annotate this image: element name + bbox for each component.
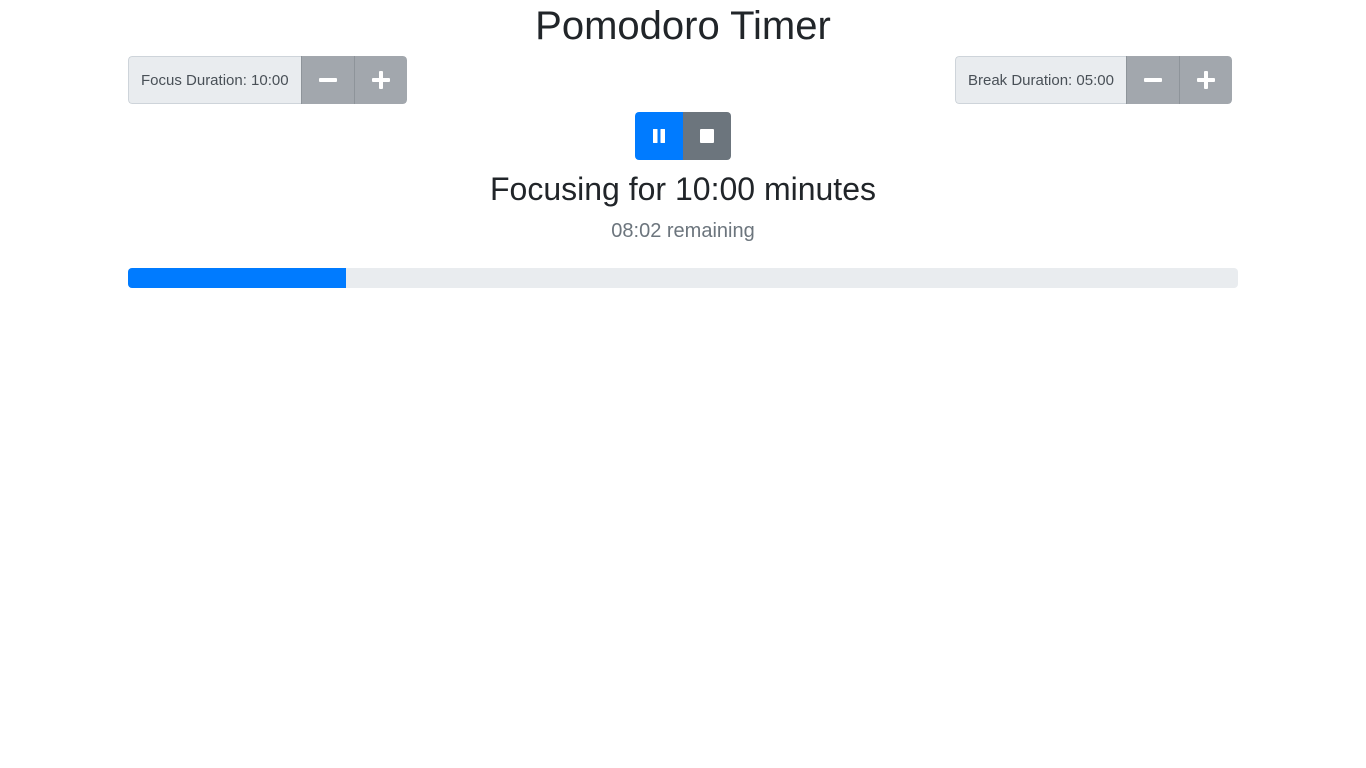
time-remaining: 08:02 remaining [611,220,755,242]
focus-duration-control: Focus Duration: 10:00 [128,56,407,104]
minus-icon [318,78,337,82]
pause-icon [653,129,665,143]
break-increment-button[interactable] [1178,56,1232,104]
timer-controls [635,112,731,160]
plus-icon [371,71,390,89]
break-decrement-button[interactable] [1125,56,1179,104]
focus-increment-button[interactable] [353,56,407,104]
timer-progress [128,268,1238,288]
focus-duration-label: Focus Duration: 10:00 [128,56,301,104]
minus-icon [1143,78,1162,82]
break-duration-label: Break Duration: 05:00 [955,56,1126,104]
timer-progress-bar [128,268,347,288]
pause-button[interactable] [635,112,683,160]
page-title: Pomodoro Timer [535,4,831,48]
break-duration-control: Break Duration: 05:00 [955,56,1232,104]
stop-button[interactable] [683,112,731,160]
pomodoro-page: Pomodoro Timer Focus Duration: 10:00 Bre… [0,0,1366,768]
stop-icon [700,129,714,143]
timer-status-heading: Focusing for 10:00 minutes [490,171,876,207]
focus-decrement-button[interactable] [300,56,354,104]
plus-icon [1196,71,1215,89]
